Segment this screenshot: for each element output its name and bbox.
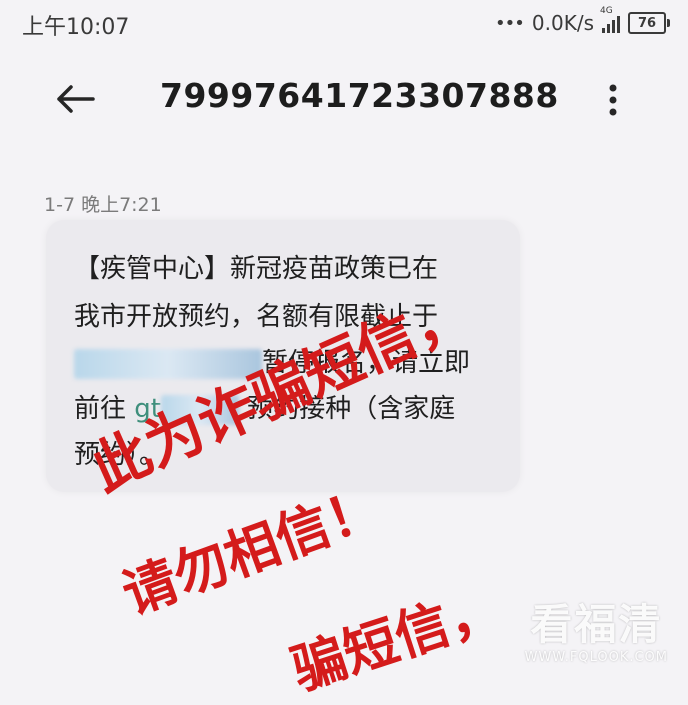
more-vertical-icon — [609, 84, 617, 116]
scam-warning-line3: 骗短信， — [283, 574, 509, 703]
signal-icon: 4G — [600, 7, 620, 33]
arrow-left-icon — [57, 85, 95, 113]
status-dots: ••• — [495, 12, 525, 34]
battery-level: 76 — [637, 15, 657, 31]
message-timestamp: 1-7 晚上7:21 — [44, 194, 162, 216]
watermark: 看福清 WWW.FQLOOK.COM — [525, 591, 668, 665]
conversation-header: 79997641723307888 — [0, 60, 688, 140]
status-indicators: ••• 0.0K/s 4G 76 — [495, 7, 670, 37]
network-type: 4G — [600, 6, 613, 16]
contact-number: 79997641723307888 — [160, 76, 559, 115]
watermark-brand: 看福清 — [530, 600, 663, 649]
more-options-button[interactable] — [596, 78, 630, 122]
status-bar: 上午10:07 ••• 0.0K/s 4G 76 — [0, 0, 688, 48]
network-speed: 0.0K/s — [531, 11, 594, 35]
battery-icon: 76 — [628, 12, 670, 34]
watermark-url: WWW.FQLOOK.COM — [524, 650, 668, 665]
back-button[interactable] — [50, 76, 100, 122]
message-line: 【疾管中心】新冠疫苗政策已在 — [74, 254, 439, 284]
status-time: 上午10:07 — [22, 15, 130, 40]
